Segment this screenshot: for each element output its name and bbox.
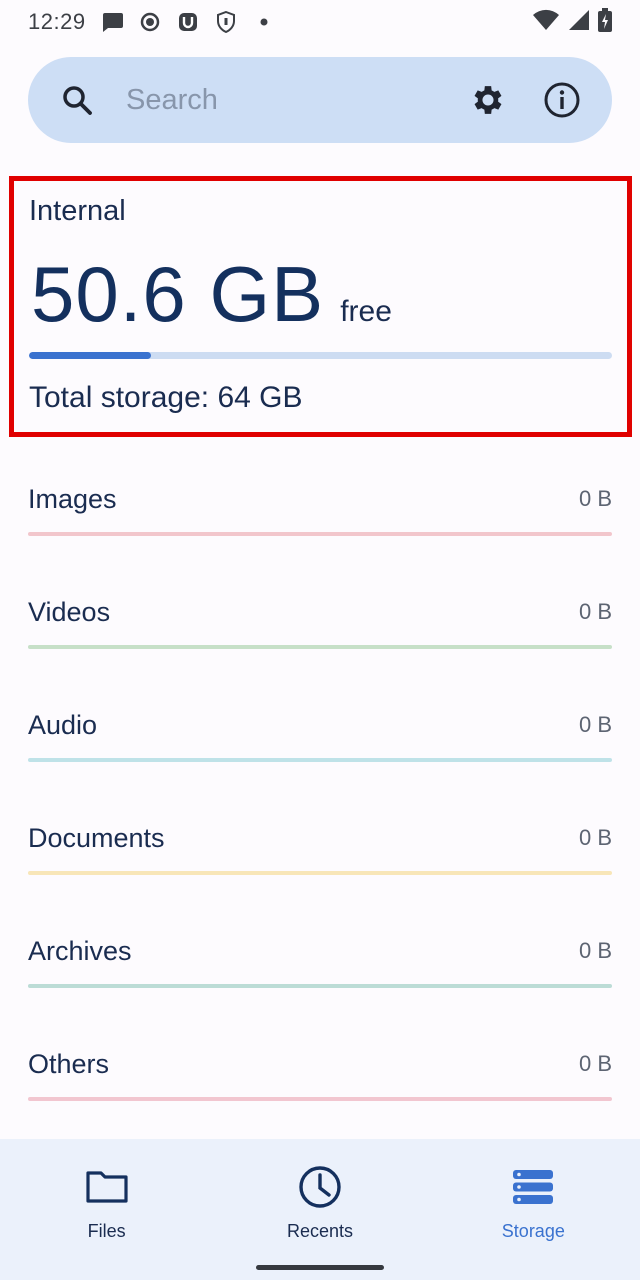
category-item-videos[interactable]: Videos 0 B xyxy=(28,563,612,676)
category-name: Images xyxy=(28,484,117,514)
signal-icon xyxy=(568,9,590,36)
free-space: 50.6 GB free xyxy=(31,249,392,340)
category-list: Images 0 B Videos 0 B Audio 0 B Documents 0 B Ar… xyxy=(28,450,612,1128)
category-item-documents[interactable]: Documents 0 B xyxy=(28,789,612,902)
battery-charging-icon xyxy=(598,7,612,37)
category-name: Audio xyxy=(28,710,98,740)
category-name: Documents xyxy=(28,823,165,853)
category-size: 0 B xyxy=(578,938,612,963)
nav-tab-recents[interactable]: Recents xyxy=(213,1139,426,1280)
category-name: Others xyxy=(28,1049,110,1079)
category-usage-bar xyxy=(28,645,612,649)
folder-icon xyxy=(83,1163,131,1211)
category-size: 0 B xyxy=(578,599,612,624)
internal-storage-card[interactable]: Internal 50.6 GB free Total storage: 64 … xyxy=(9,176,632,437)
clock-icon xyxy=(296,1163,344,1211)
message-icon xyxy=(100,10,124,34)
search-bar[interactable]: Search xyxy=(28,57,612,143)
category-item-images[interactable]: Images 0 B xyxy=(28,450,612,563)
wifi-icon xyxy=(532,9,560,36)
nav-label: Files xyxy=(87,1221,126,1241)
bottom-navigation: Files Recents Storage xyxy=(0,1139,640,1280)
category-item-archives[interactable]: Archives 0 B xyxy=(28,902,612,1015)
category-size: 0 B xyxy=(578,486,612,511)
total-storage-text: Total storage: 64 GB xyxy=(29,381,303,414)
record-icon xyxy=(138,10,162,34)
status-bar: 12:29 xyxy=(0,0,640,44)
free-space-suffix: free xyxy=(340,295,392,328)
info-icon[interactable] xyxy=(540,78,584,122)
search-icon[interactable] xyxy=(60,83,94,117)
category-usage-bar xyxy=(28,1097,612,1101)
category-name: Videos xyxy=(28,597,111,627)
vpn-shield-icon xyxy=(214,10,238,34)
category-item-others[interactable]: Others 0 B xyxy=(28,1015,612,1128)
nav-tab-storage[interactable]: Storage xyxy=(427,1139,640,1280)
notification-icons xyxy=(100,10,276,34)
nav-label: Recents xyxy=(286,1221,354,1241)
files-app-screen: 12:29 Search Internal 50.6 GB free Total… xyxy=(0,0,640,1280)
category-item-audio[interactable]: Audio 0 B xyxy=(28,676,612,789)
home-indicator[interactable] xyxy=(256,1265,384,1270)
nav-tab-files[interactable]: Files xyxy=(0,1139,213,1280)
nav-label: Storage xyxy=(501,1221,565,1241)
storage-icon xyxy=(509,1163,557,1211)
category-usage-bar xyxy=(28,532,612,536)
search-input[interactable]: Search xyxy=(126,84,436,117)
category-usage-bar xyxy=(28,984,612,988)
storage-usage-bar xyxy=(29,352,612,359)
category-size: 0 B xyxy=(578,825,612,850)
category-usage-bar xyxy=(28,871,612,875)
magnet-icon xyxy=(176,10,200,34)
system-icons xyxy=(532,7,612,37)
settings-gear-icon[interactable] xyxy=(466,78,510,122)
storage-usage-fill xyxy=(29,352,152,359)
category-usage-bar xyxy=(28,758,612,762)
free-space-value: 50.6 GB xyxy=(31,250,325,338)
category-size: 0 B xyxy=(578,712,612,737)
category-size: 0 B xyxy=(578,1051,612,1076)
dot-icon xyxy=(252,10,276,34)
status-time: 12:29 xyxy=(28,9,86,34)
storage-label: Internal xyxy=(29,195,126,227)
category-name: Archives xyxy=(28,936,132,966)
